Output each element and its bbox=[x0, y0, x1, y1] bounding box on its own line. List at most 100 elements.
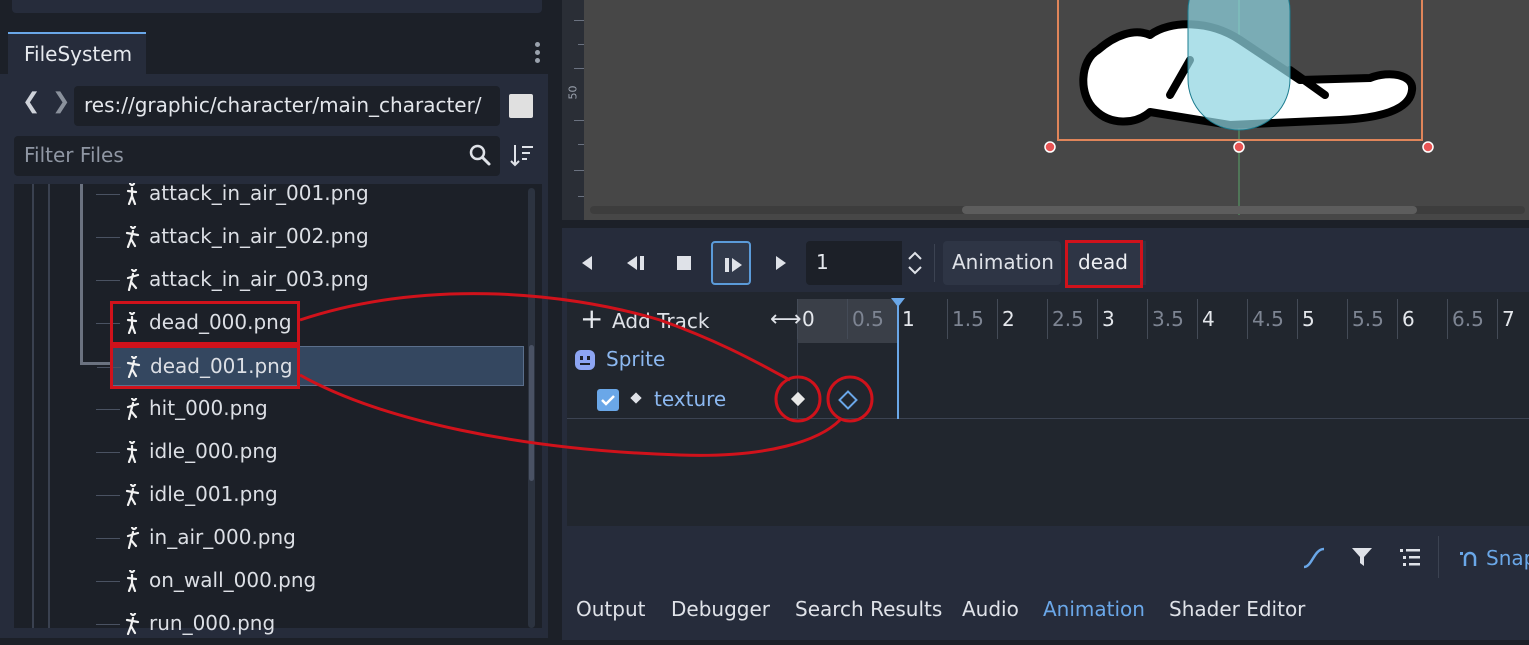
path-text: res://graphic/character/main_character/ bbox=[84, 93, 482, 117]
file-list-item[interactable]: in_air_000.png bbox=[96, 518, 510, 558]
track-enabled-checkbox[interactable] bbox=[597, 389, 619, 411]
search-icon bbox=[469, 144, 491, 166]
file-list-item[interactable]: idle_000.png bbox=[96, 432, 510, 472]
tree-connector bbox=[96, 495, 120, 496]
png-file-icon bbox=[126, 441, 138, 463]
timeline-tick bbox=[1447, 299, 1448, 339]
timeline-tick bbox=[947, 299, 948, 339]
stop-button[interactable] bbox=[664, 241, 704, 285]
timeline-label: 4.5 bbox=[1252, 307, 1284, 331]
file-list-item[interactable]: attack_in_air_003.png bbox=[96, 260, 510, 300]
animation-menu-button[interactable]: Animation bbox=[943, 241, 1061, 285]
timeline-label: 0.5 bbox=[852, 307, 884, 331]
play-icon bbox=[776, 256, 786, 270]
tree-connector bbox=[96, 237, 120, 238]
file-list-item[interactable]: run_000.png bbox=[96, 604, 510, 644]
png-file-icon bbox=[126, 527, 140, 549]
file-list-item[interactable]: idle_001.png bbox=[96, 475, 510, 515]
file-name: idle_001.png bbox=[149, 482, 278, 506]
bezier-curve-icon[interactable] bbox=[1300, 545, 1328, 571]
tree-connector bbox=[96, 280, 120, 281]
timeline-label: 1.5 bbox=[952, 307, 984, 331]
play-backwards-from-end-icon bbox=[627, 256, 644, 270]
timeline-tick bbox=[1147, 299, 1148, 339]
frame-spinner-icon[interactable] bbox=[903, 241, 927, 285]
annotation-box-animation-name bbox=[1065, 240, 1143, 288]
bottom-tab-debugger[interactable]: Debugger bbox=[671, 597, 770, 621]
snap-separator bbox=[1438, 536, 1439, 578]
sort-icon[interactable] bbox=[510, 142, 534, 168]
filter-icon[interactable] bbox=[1350, 545, 1374, 569]
viewport-h-scroll-thumb[interactable] bbox=[962, 206, 1417, 214]
tab-filesystem[interactable]: FileSystem bbox=[8, 32, 146, 74]
file-list-item[interactable]: hit_000.png bbox=[96, 389, 510, 429]
file-name: attack_in_air_003.png bbox=[149, 267, 369, 291]
dock-menu-icon[interactable] bbox=[530, 40, 544, 68]
snap-label[interactable]: Snap bbox=[1486, 546, 1529, 570]
fit-timeline-icon[interactable]: ⟷ bbox=[770, 307, 802, 332]
playhead-handle[interactable] bbox=[891, 298, 905, 307]
png-file-icon bbox=[126, 183, 138, 205]
timeline-label: 7 bbox=[1502, 307, 1515, 331]
top-dock-strip bbox=[0, 0, 548, 20]
filter-placeholder: Filter Files bbox=[24, 143, 124, 167]
file-list-item[interactable]: attack_in_air_002.png bbox=[96, 217, 510, 257]
bottom-tab-search-results[interactable]: Search Results bbox=[795, 597, 942, 621]
file-name: attack_in_air_002.png bbox=[149, 224, 369, 248]
track-list-icon[interactable] bbox=[1398, 545, 1422, 569]
png-file-icon bbox=[126, 570, 138, 592]
bottom-tab-animation[interactable]: Animation bbox=[1043, 597, 1145, 621]
png-file-icon bbox=[126, 269, 140, 291]
timeline-label: 4 bbox=[1202, 307, 1215, 331]
dead-character-sprite[interactable] bbox=[1040, 0, 1440, 215]
filter-files-input[interactable]: Filter Files bbox=[14, 136, 500, 176]
playhead[interactable] bbox=[897, 299, 899, 419]
timeline-label: 2 bbox=[1002, 307, 1015, 331]
annotation-box-dead-001 bbox=[110, 345, 300, 389]
tree-connector bbox=[96, 409, 120, 410]
png-file-icon bbox=[125, 484, 140, 506]
ruler-label: 50 bbox=[566, 85, 580, 100]
vertical-ruler bbox=[562, 0, 584, 220]
timeline-label: 3 bbox=[1102, 307, 1115, 331]
file-name: run_000.png bbox=[149, 611, 276, 635]
toolbar-separator bbox=[934, 244, 935, 282]
play-backwards-button[interactable] bbox=[568, 241, 608, 285]
timeline-tick bbox=[1047, 299, 1048, 339]
checkmark-icon bbox=[601, 395, 615, 406]
timeline-tick bbox=[1097, 299, 1098, 339]
frame-input[interactable]: 1 bbox=[806, 241, 902, 285]
timeline-tick bbox=[1197, 299, 1198, 339]
file-tree-scroll-thumb[interactable] bbox=[529, 345, 534, 481]
path-field[interactable]: res://graphic/character/main_character/ bbox=[74, 86, 500, 126]
timeline-label: 1 bbox=[902, 307, 915, 331]
snap-icon[interactable] bbox=[1458, 546, 1482, 570]
timeline-label: 5 bbox=[1302, 307, 1315, 331]
file-list-item[interactable]: on_wall_000.png bbox=[96, 561, 510, 601]
file-name: attack_in_air_001.png bbox=[149, 181, 369, 205]
file-list-item[interactable]: attack_in_air_001.png bbox=[96, 174, 510, 214]
tree-connector bbox=[96, 538, 120, 539]
timeline-label: 6 bbox=[1402, 307, 1415, 331]
back-arrow-icon[interactable]: ❮ bbox=[22, 89, 40, 114]
play-backwards-from-end-button[interactable] bbox=[616, 241, 656, 285]
timeline-tick bbox=[847, 299, 848, 339]
frame-value: 1 bbox=[816, 250, 829, 274]
track-bottom-line bbox=[567, 418, 1529, 419]
play-from-start-icon bbox=[725, 258, 742, 272]
play-button[interactable] bbox=[760, 241, 800, 285]
bottom-tab-output[interactable]: Output bbox=[576, 597, 645, 621]
timeline-tick bbox=[1247, 299, 1248, 339]
file-name: in_air_000.png bbox=[149, 525, 296, 549]
bottom-tab-audio[interactable]: Audio bbox=[962, 597, 1019, 621]
tree-connector bbox=[96, 452, 120, 453]
split-mode-icon[interactable] bbox=[509, 94, 533, 118]
png-file-icon bbox=[126, 398, 140, 420]
timeline-tick bbox=[1347, 299, 1348, 339]
play-backwards-icon bbox=[582, 256, 592, 270]
play-from-start-button[interactable] bbox=[711, 241, 751, 285]
forward-arrow-icon[interactable]: ❯ bbox=[52, 89, 70, 114]
bottom-tab-shader-editor[interactable]: Shader Editor bbox=[1169, 597, 1305, 621]
timeline-tick bbox=[997, 299, 998, 339]
timeline-tick bbox=[1497, 299, 1498, 339]
